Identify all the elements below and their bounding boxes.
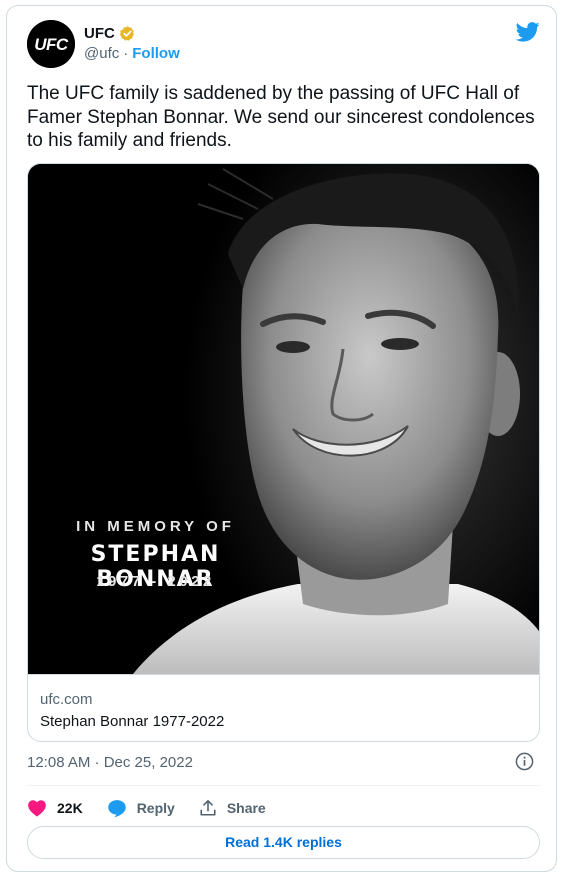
like-count: 22K <box>57 800 83 816</box>
tweet-timestamp[interactable]: 12:08 AM · Dec 25, 2022 <box>27 754 193 771</box>
action-bar: 22K Reply Share <box>27 793 266 823</box>
link-preview[interactable]: ufc.com Stephan Bonnar 1977-2022 <box>28 674 539 741</box>
avatar[interactable]: UFC <box>27 20 75 68</box>
handle-row: @ufc · Follow <box>84 45 180 62</box>
reply-bubble-icon <box>107 799 126 817</box>
account-name-row: UFC <box>84 25 136 42</box>
tweet-card: UFC UFC @ufc · Follow The UFC family is … <box>6 5 557 872</box>
share-label: Share <box>226 800 266 816</box>
account-handle[interactable]: @ufc <box>84 45 119 62</box>
ufc-logo: UFC <box>27 20 75 68</box>
share-icon <box>200 799 216 816</box>
ufc-logo-text: UFC <box>34 35 69 54</box>
twitter-bird-icon[interactable] <box>515 22 540 47</box>
tweet-text: The UFC family is saddened by the passin… <box>27 83 535 151</box>
link-domain: ufc.com <box>40 691 93 708</box>
verified-badge-icon <box>119 25 136 42</box>
heart-icon <box>28 800 46 817</box>
memorial-photo[interactable]: IN MEMORY OF STEPHAN BONNAR 1977 - 2022 <box>28 164 539 674</box>
memory-line: IN MEMORY OF <box>76 518 235 535</box>
like-button[interactable]: 22K <box>27 799 83 817</box>
media-card[interactable]: IN MEMORY OF STEPHAN BONNAR 1977 - 2022 … <box>27 163 540 742</box>
read-replies-button[interactable]: Read 1.4K replies <box>27 826 540 859</box>
share-button[interactable]: Share <box>199 799 266 817</box>
account-name[interactable]: UFC <box>84 25 115 42</box>
handle-separator: · <box>123 45 129 62</box>
info-icon[interactable] <box>515 752 534 776</box>
reply-button[interactable]: Reply <box>107 799 175 818</box>
link-title: Stephan Bonnar 1977-2022 <box>40 713 225 730</box>
follow-button[interactable]: Follow <box>132 45 180 62</box>
memory-years: 1977 - 2022 <box>96 573 215 590</box>
reply-label: Reply <box>136 800 175 816</box>
divider <box>27 785 540 786</box>
